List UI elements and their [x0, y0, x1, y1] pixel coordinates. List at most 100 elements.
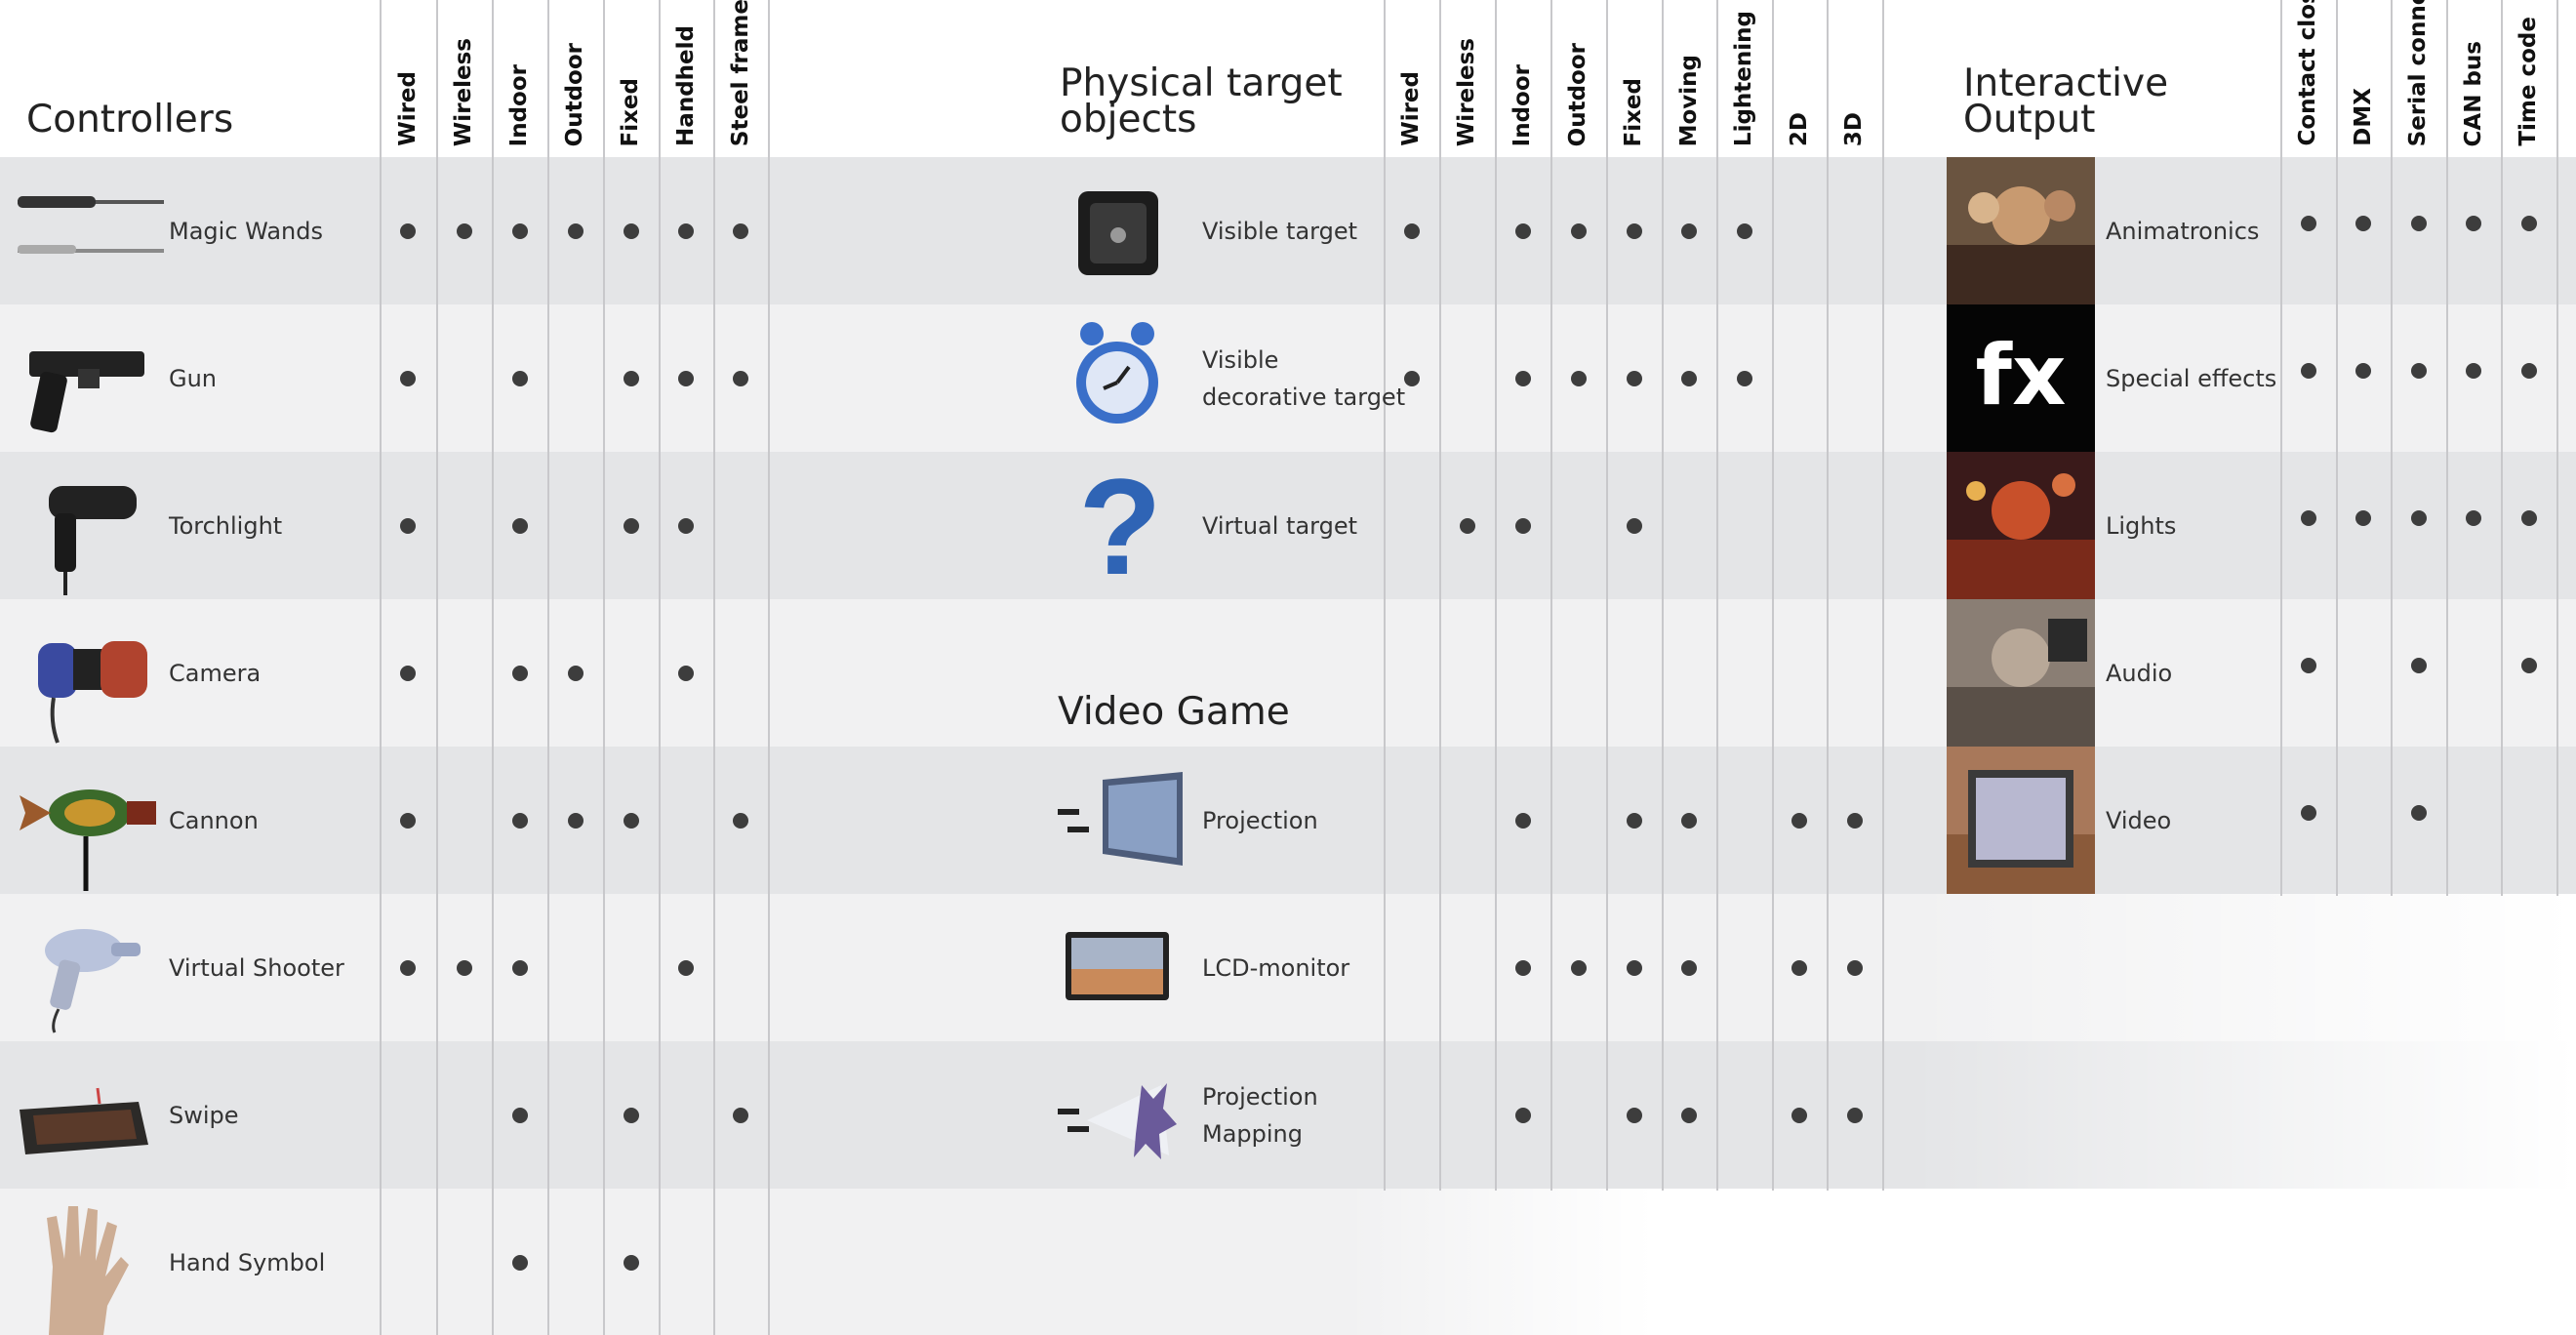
column-header-label: Fixed	[1621, 77, 1646, 147]
feature-dot	[733, 813, 748, 829]
output-title: Interactive Output	[1963, 61, 2169, 142]
feature-dot	[2520, 216, 2537, 231]
feature-dot	[623, 518, 639, 534]
controller-row-label: Magic Wands	[169, 157, 323, 304]
column-rule	[2556, 0, 2558, 896]
row-label-text: Torchlight	[169, 511, 283, 540]
target-row-label: Visible target	[1202, 157, 1357, 304]
feature-dot	[2410, 805, 2427, 821]
feature-dot	[2520, 510, 2537, 526]
feature-dot	[1459, 518, 1475, 534]
column-header-label: Wired	[394, 71, 421, 146]
feature-dot	[623, 813, 639, 829]
feature-dot	[1514, 813, 1531, 829]
feature-dot	[1846, 1108, 1863, 1123]
column-header-label: Lightening	[1731, 10, 1756, 146]
projection-icon	[1058, 772, 1183, 866]
feature-dot	[2355, 510, 2371, 526]
feature-dot	[400, 518, 416, 534]
row-label-text: Cannon	[169, 806, 259, 834]
question-mark-icon: ?	[1078, 466, 1162, 588]
feature-dot	[567, 813, 584, 829]
row-label-text: Virtual Shooter	[169, 953, 344, 982]
video-game-title: Video Game	[1058, 690, 1290, 734]
controller-row-label: Gun	[169, 304, 217, 452]
column-header-targets: 3D	[1827, 0, 1882, 146]
column-header-targets: Wired	[1384, 0, 1439, 146]
feature-dot	[678, 223, 694, 239]
column-rule	[1550, 0, 1552, 1191]
lcd-monitor-icon	[1066, 932, 1169, 1000]
feature-dot	[1514, 223, 1531, 239]
column-header-label: Steel frame	[727, 0, 753, 146]
feature-dot	[456, 960, 472, 976]
feature-dot	[567, 223, 584, 239]
svg-text:fx: fx	[1976, 327, 2067, 425]
feature-dot	[623, 1255, 639, 1271]
audio-photo	[1947, 599, 2095, 747]
output-row-label: Audio	[2106, 599, 2172, 747]
lights-photo	[1947, 452, 2095, 599]
row-label-text: Visible decorative target	[1202, 345, 1406, 411]
output-row-label: Video	[2106, 747, 2171, 894]
column-header-label: Serial connection	[2405, 0, 2431, 146]
output-row-label: Lights	[2106, 452, 2176, 599]
column-header-controllers: Indoor	[492, 0, 547, 146]
animatronics-photo	[1947, 157, 2095, 304]
hand-icon	[47, 1206, 129, 1335]
column-rule	[492, 0, 494, 1335]
column-rule	[1606, 0, 1608, 1191]
feature-dot	[1570, 371, 1587, 386]
controller-row-label: Hand Symbol	[169, 1189, 325, 1335]
row-label-text: Projection	[1202, 806, 1318, 834]
column-header-targets: Lightening	[1716, 0, 1772, 146]
column-rule	[436, 0, 438, 1335]
target-row-label: LCD-monitor	[1202, 894, 1349, 1041]
row-label-text: Video	[2106, 806, 2172, 834]
feature-dot	[1791, 1108, 1807, 1123]
column-header-controllers: Steel frame	[713, 0, 768, 146]
column-rule	[1662, 0, 1664, 1191]
fx-icon: fx	[1947, 304, 2095, 452]
column-rule	[713, 0, 715, 1335]
feature-dot	[400, 371, 416, 386]
gun-icon	[29, 351, 144, 433]
feature-dot	[1514, 371, 1531, 386]
feature-dot	[678, 371, 694, 386]
feature-dot	[1626, 223, 1642, 239]
projection-mapping-icon	[1058, 1083, 1177, 1159]
column-header-label: Indoor	[506, 63, 532, 146]
feature-dot	[1403, 223, 1420, 239]
row-label-text: Projection Mapping	[1202, 1082, 1318, 1148]
feature-dot	[623, 371, 639, 386]
controller-row-label: Torchlight	[169, 452, 282, 599]
column-header-label: 3D	[1841, 111, 1867, 146]
row-label-text: Audio	[2106, 659, 2173, 687]
column-header-label: Handheld	[672, 25, 699, 146]
column-header-controllers: Fixed	[603, 0, 659, 147]
column-header-controllers: Handheld	[659, 0, 713, 146]
row-label-text: Hand Symbol	[169, 1248, 326, 1276]
column-header-label: Wireless	[451, 37, 476, 146]
column-rule	[380, 0, 382, 1335]
column-rule	[1772, 0, 1774, 1191]
video-photo	[1947, 747, 2095, 894]
row-label-text: Animatronics	[2106, 217, 2260, 245]
column-rule	[1384, 0, 1386, 1191]
feature-dot	[2300, 658, 2316, 673]
feature-dot	[400, 223, 416, 239]
feature-dot	[511, 813, 528, 829]
feature-dot	[2300, 510, 2316, 526]
column-header-label: Time code	[2516, 17, 2541, 146]
feature-dot	[1626, 518, 1642, 534]
column-header-label: Wireless	[1454, 37, 1479, 146]
feature-dot	[2466, 216, 2481, 231]
output-row-label: Special effects	[2106, 304, 2276, 452]
column-rule	[1827, 0, 1829, 1191]
feature-dot	[733, 371, 748, 386]
feature-dot	[1626, 1108, 1642, 1123]
feature-dot	[2355, 216, 2371, 231]
controller-row-label: Cannon	[169, 747, 259, 894]
feature-dot	[511, 1255, 528, 1271]
feature-dot	[678, 666, 694, 681]
